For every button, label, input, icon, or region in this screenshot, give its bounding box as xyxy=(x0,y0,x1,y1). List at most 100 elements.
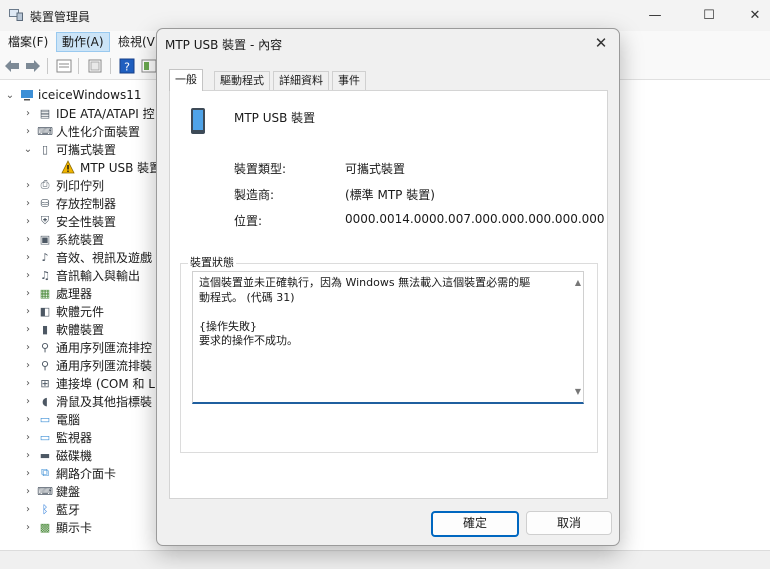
close-window-button[interactable]: ✕ xyxy=(732,0,770,31)
tree-node-label: 軟體裝置 xyxy=(56,322,105,337)
chevron-right-icon[interactable]: › xyxy=(21,502,35,516)
tree-node[interactable]: › ▬ 磁碟機 xyxy=(21,446,92,464)
chevron-right-icon[interactable]: › xyxy=(21,340,35,354)
tree-node-label: 磁碟機 xyxy=(56,448,93,463)
tree-node[interactable]: › ◧ 軟體元件 xyxy=(21,302,104,320)
tree-node[interactable]: › ⛁ 存放控制器 xyxy=(21,194,116,212)
tree-node[interactable]: › ⌨ 人性化介面裝置 xyxy=(21,122,140,140)
tree-root-label: iceiceWindows11 xyxy=(38,88,142,102)
maximize-button[interactable]: ☐ xyxy=(686,0,732,31)
maximize-icon: ☐ xyxy=(703,8,715,23)
chevron-right-icon[interactable]: › xyxy=(21,232,35,246)
device-name: MTP USB 裝置 xyxy=(234,111,316,125)
menu-file[interactable]: 檔案(F) xyxy=(3,33,53,51)
chevron-right-icon[interactable]: › xyxy=(21,430,35,444)
close-icon: ✕ xyxy=(594,34,608,52)
properties-icon xyxy=(56,59,72,73)
chevron-right-icon[interactable]: › xyxy=(21,178,35,192)
tab-details[interactable]: 詳細資料 xyxy=(273,71,329,90)
warning-icon xyxy=(61,160,75,174)
properties-button[interactable] xyxy=(55,57,73,75)
device-status-textbox[interactable]: 這個裝置並未正確執行，因為 Windows 無法載入這個裝置必需的驅 動程式。 … xyxy=(192,271,584,404)
device-type-value: 可攜式裝置 xyxy=(345,162,406,176)
chevron-right-icon[interactable]: › xyxy=(21,448,35,462)
processor-icon: ▦ xyxy=(39,286,51,300)
tree-child-label: MTP USB 裝置 xyxy=(80,160,162,175)
tree-node[interactable]: › ▦ 處理器 xyxy=(21,284,92,302)
tree-node-label: 鍵盤 xyxy=(56,484,81,499)
hid-icon: ⌨ xyxy=(37,124,53,138)
tree-node[interactable]: › ᛒ 藍牙 xyxy=(21,500,80,518)
tree-node[interactable]: › ▩ 顯示卡 xyxy=(21,518,92,536)
mouse-icon: ◖ xyxy=(42,394,48,408)
tree-node[interactable]: › ⌨ 鍵盤 xyxy=(21,482,80,500)
device-status-label: 裝置狀態 xyxy=(188,254,236,270)
cancel-button[interactable]: 取消 xyxy=(526,511,612,535)
chevron-right-icon[interactable]: › xyxy=(21,286,35,300)
tree-node[interactable]: › ⊞ 連接埠 (COM 和 L xyxy=(21,374,155,392)
chevron-down-icon[interactable]: ⌄ xyxy=(21,142,35,156)
tree-node[interactable]: › ⎙ 列印佇列 xyxy=(21,176,104,194)
tree-node[interactable]: › ⚲ 通用序列匯流排控 xyxy=(21,338,152,356)
tree-node-label: 監視器 xyxy=(56,430,93,445)
chevron-right-icon[interactable]: › xyxy=(21,106,35,120)
chevron-right-icon[interactable]: › xyxy=(21,214,35,228)
tree-node[interactable]: › ⚲ 通用序列匯流排裝 xyxy=(21,356,152,374)
chevron-right-icon[interactable]: › xyxy=(21,520,35,534)
tree-node[interactable]: › ▭ 電腦 xyxy=(21,410,80,428)
tree-node[interactable]: › ▮ 軟體裝置 xyxy=(21,320,104,338)
device-type-label: 裝置類型: xyxy=(234,162,287,176)
title-bar: 裝置管理員 — ☐ ✕ xyxy=(0,0,770,31)
help-button[interactable]: ? xyxy=(118,57,136,75)
tree-node-label: 處理器 xyxy=(56,286,93,301)
chevron-down-icon[interactable]: ⌄ xyxy=(3,88,17,102)
scroll-down-icon[interactable]: ▼ xyxy=(575,387,581,396)
disk-drive-icon: ▬ xyxy=(39,448,51,462)
chevron-right-icon[interactable]: › xyxy=(21,394,35,408)
tab-events[interactable]: 事件 xyxy=(332,71,366,90)
portable-device-icon xyxy=(191,108,205,134)
tree-node[interactable]: › ▣ 系統裝置 xyxy=(21,230,104,248)
storage-controller-icon: ⛁ xyxy=(40,196,50,210)
chevron-right-icon[interactable]: › xyxy=(21,484,35,498)
svg-text:?: ? xyxy=(124,61,130,74)
chevron-right-icon[interactable]: › xyxy=(21,124,35,138)
tree-node[interactable]: ⌄ ▯ 可攜式裝置 xyxy=(21,140,116,158)
chevron-right-icon[interactable]: › xyxy=(21,304,35,318)
tree-node[interactable]: › ♫ 音訊輸入與輸出 xyxy=(21,266,140,284)
tree-node[interactable]: › ⛨ 安全性裝置 xyxy=(21,212,116,230)
chevron-right-icon[interactable]: › xyxy=(21,376,35,390)
chevron-right-icon[interactable]: › xyxy=(21,466,35,480)
tree-node[interactable]: › ◖ 滑鼠及其他指標裝 xyxy=(21,392,152,410)
chevron-right-icon[interactable]: › xyxy=(21,196,35,210)
menu-action[interactable]: 動作(A) xyxy=(56,32,110,52)
dialog-close-button[interactable]: ✕ xyxy=(589,32,613,54)
device-status-text: 這個裝置並未正確執行，因為 Windows 無法載入這個裝置必需的驅 動程式。 … xyxy=(199,276,531,347)
help-icon: ? xyxy=(119,58,135,74)
software-component-icon: ◧ xyxy=(39,304,51,318)
tree-root[interactable]: ⌄ iceiceWindows11 xyxy=(3,86,142,104)
toolbar-separator xyxy=(78,58,79,74)
tree-node[interactable]: › ▤ IDE ATA/ATAPI 控 xyxy=(21,104,155,122)
tab-general[interactable]: 一般 xyxy=(169,69,203,91)
ok-button[interactable]: 確定 xyxy=(431,511,519,537)
toolbar-separator xyxy=(110,58,111,74)
tree-node[interactable]: › ♪ 音效、視訊及遊戲 xyxy=(21,248,152,266)
forward-button[interactable] xyxy=(24,57,42,75)
chevron-right-icon[interactable]: › xyxy=(21,358,35,372)
chevron-right-icon[interactable]: › xyxy=(21,412,35,426)
tree-child-node[interactable]: MTP USB 裝置 xyxy=(57,158,161,176)
chevron-right-icon[interactable]: › xyxy=(21,250,35,264)
scroll-up-icon[interactable]: ▲ xyxy=(575,278,581,287)
tab-driver[interactable]: 驅動程式 xyxy=(214,71,270,90)
properties-dialog: MTP USB 裝置 - 內容 ✕ 一般 驅動程式 詳細資料 事件 MTP US… xyxy=(156,28,620,546)
back-button[interactable] xyxy=(3,57,21,75)
minimize-button[interactable]: — xyxy=(632,0,678,31)
audio-io-icon: ♫ xyxy=(40,268,50,282)
tree-node-label: 軟體元件 xyxy=(56,304,105,319)
tree-node[interactable]: › ⧉ 網路介面卡 xyxy=(21,464,116,482)
update-driver-button[interactable] xyxy=(86,57,104,75)
tree-node[interactable]: › ▭ 監視器 xyxy=(21,428,92,446)
chevron-right-icon[interactable]: › xyxy=(21,322,35,336)
chevron-right-icon[interactable]: › xyxy=(21,268,35,282)
